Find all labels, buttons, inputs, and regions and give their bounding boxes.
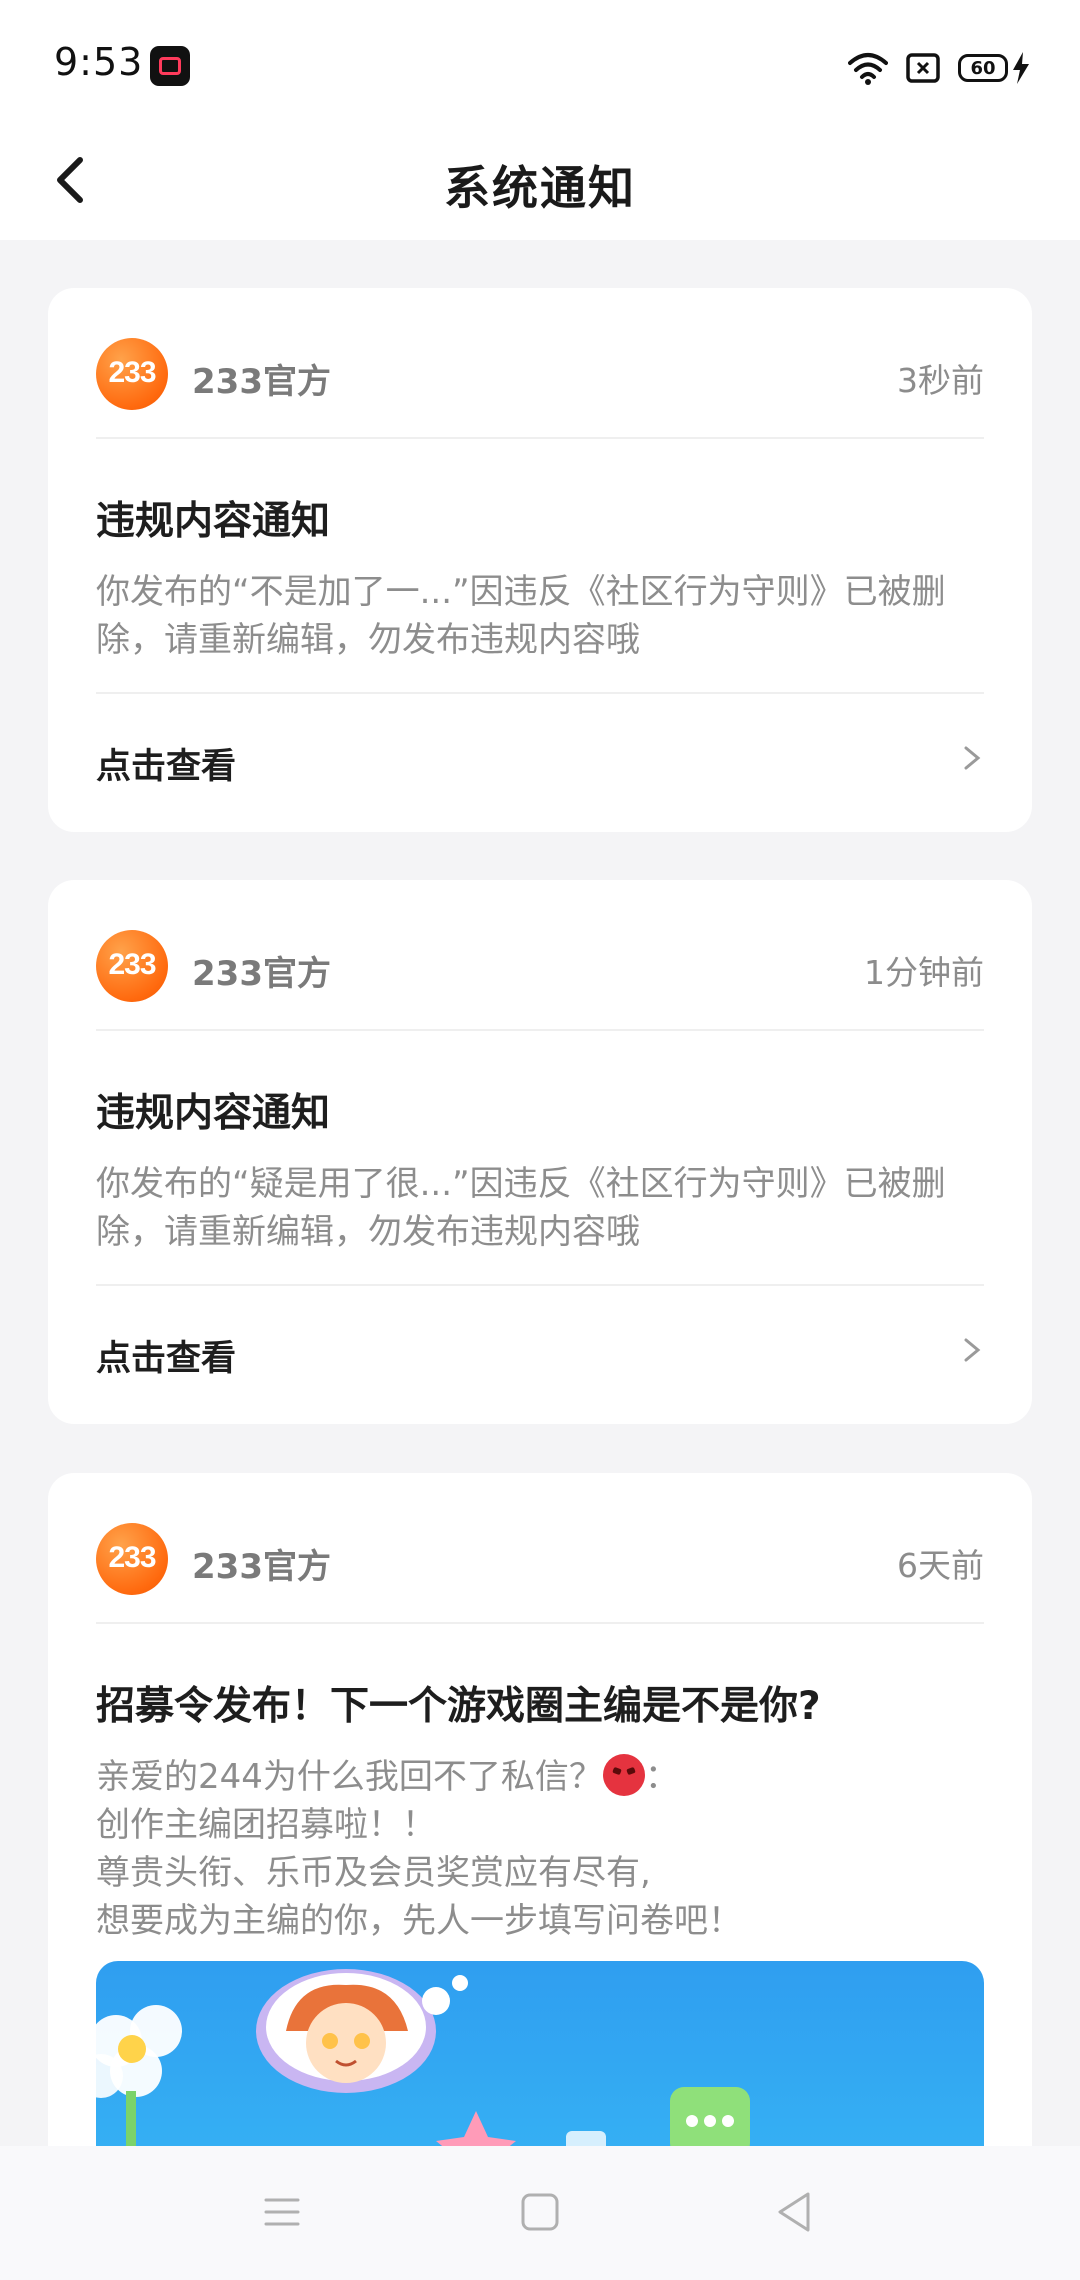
official-logo: 233	[96, 1523, 168, 1595]
home-icon[interactable]	[520, 2192, 560, 2232]
body-line: 创作主编团招募啦！！	[96, 1805, 436, 1845]
timestamp: 3秒前	[897, 361, 984, 400]
status-time: 9:53	[54, 40, 144, 84]
card-header: 233 233官方 6天前	[96, 1523, 984, 1597]
flower-graphic	[96, 2005, 182, 2151]
screen-recorder-icon	[150, 46, 190, 86]
view-details-link[interactable]: 点击查看	[96, 1330, 236, 1381]
sender-name: 233官方	[192, 954, 331, 994]
body-line: 想要成为主编的你，先人一步填写问卷吧！	[96, 1901, 742, 1941]
notification-card: 233 233官方 1分钟前 违规内容通知 你发布的“疑是用了很...”因违反《…	[48, 880, 1032, 1424]
notification-title: 招募令发布！下一个游戏圈主编是不是你?	[96, 1684, 821, 1729]
no-sim-icon	[906, 53, 940, 83]
notification-body: 你发布的“不是加了一...”因违反《社区行为守则》已被删除，请重新编辑，勿发布违…	[96, 572, 946, 660]
timestamp: 6天前	[897, 1546, 984, 1585]
notification-body: 亲爱的244为什么我回不了私信？： 创作主编团招募啦！！ 尊贵头衔、乐币及会员奖…	[96, 1753, 988, 1945]
divider	[96, 692, 984, 694]
notification-card[interactable]: 233 233官方 6天前 招募令发布！下一个游戏圈主编是不是你? 亲爱的244…	[48, 1473, 1032, 2173]
divider	[96, 1622, 984, 1624]
body-line: 亲爱的244为什么我回不了私信？：	[96, 1753, 988, 1801]
card-header: 233 233官方 3秒前	[96, 338, 984, 412]
official-logo: 233	[96, 338, 168, 410]
recruitment-banner-image[interactable]	[96, 1961, 984, 2173]
divider	[96, 1284, 984, 1286]
status-bar: 9:53 60	[0, 0, 1080, 128]
back-triangle-icon[interactable]	[774, 2190, 814, 2234]
charging-icon	[1013, 52, 1029, 84]
sender-name: 233官方	[192, 362, 331, 402]
view-details-link[interactable]: 点击查看	[96, 738, 236, 789]
battery-indicator: 60	[958, 54, 1008, 82]
timestamp: 1分钟前	[864, 953, 984, 992]
divider	[96, 1029, 984, 1031]
notification-title: 违规内容通知	[96, 1091, 331, 1136]
chevron-right-icon[interactable]	[960, 738, 984, 778]
system-navigation-bar	[0, 2146, 1080, 2280]
status-icons: 60	[848, 48, 1030, 88]
notification-title: 违规内容通知	[96, 499, 331, 544]
chevron-right-icon[interactable]	[960, 1330, 984, 1370]
sender-name: 233官方	[192, 1547, 331, 1587]
body-line: 尊贵头衔、乐币及会员奖赏应有尽有,	[96, 1853, 651, 1893]
title-bar: 系统通知	[0, 128, 1080, 240]
official-logo: 233	[96, 930, 168, 1002]
wifi-icon	[848, 53, 888, 85]
mascot-thought-cloud	[256, 1969, 468, 2093]
divider	[96, 437, 984, 439]
card-header: 233 233官方 1分钟前	[96, 930, 984, 1004]
notification-body: 你发布的“疑是用了很...”因违反《社区行为守则》已被删除，请重新编辑，勿发布违…	[96, 1164, 946, 1252]
banner-illustration	[96, 1969, 750, 2173]
menu-icon[interactable]	[262, 2192, 302, 2232]
angry-face-icon	[602, 1754, 645, 1796]
page-title: 系统通知	[444, 161, 636, 215]
notification-card: 233 233官方 3秒前 违规内容通知 你发布的“不是加了一...”因违反《社…	[48, 288, 1032, 832]
